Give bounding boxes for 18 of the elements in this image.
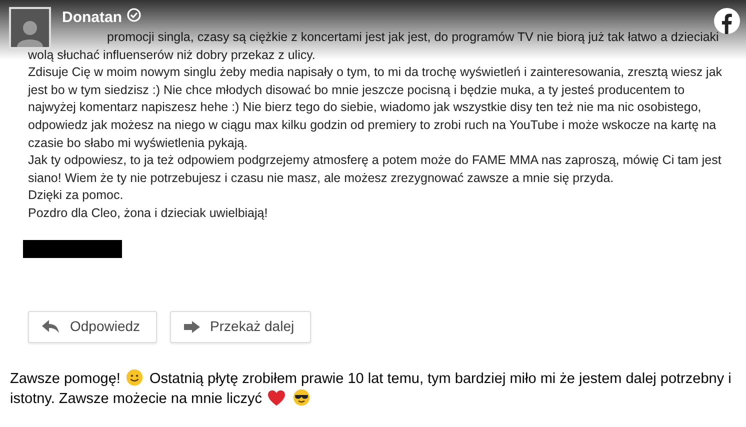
email-paragraph: Zdisuje Cię w moim nowym singlu żeby media napisały o tym, to mi da trochę wyświetleń i zainteresowania, zresztą wiesz jak jest bo w tym siedzisz :) Nie chce młodych disować bo mnie jeszcze pocisną i będzie muka, a ty jesteś producentem to najwyżej komentarz napiszesz hehe :) Nie bierz tego do siebie, wiadomo jak wszystkie disy ten też nie ma nic osobistego, odpowiedz jak możesz na niego w ciągu max kilku godzin od premiery to zrobi ruch na YouTube i może wskocze na kartę na czasie bo słabo mi wyświetlenia pykają.: [28, 64, 724, 152]
avatar[interactable]: [9, 7, 51, 49]
email-paragraph: promocji singla, czasy są ciężkie z koncertami jest jak jest, do programów TV nie biorą już tak łatwo a dzieciaki wolą słuchać influenserów niż dobry przekaz z ulicy.: [28, 29, 720, 64]
author-name[interactable]: Donatan: [62, 9, 122, 26]
email-paragraph: Jak ty odpowiesz, to ja też odpowiem podgrzejemy atmosferę a potem może do FAME MMA nas zaproszą, mówię Ci tam jest siano! Wiem że ty nie potrzebujesz i czasu nie masz, ale możesz zrezygnować zawsze a mnie się przyda.: [28, 152, 722, 187]
reply-button[interactable]: Odpowiedz: [28, 310, 158, 343]
caption-text: Ostatnią płytę zrobiłem prawie 10 lat temu, tym bardziej miło mi że jestem dalej potrzebny i: [149, 370, 732, 387]
email-paragraph: Dzięki za pomoc.: [28, 187, 124, 204]
sunglasses-face-icon: [293, 388, 310, 406]
caption-text: istotny. Zawsze możecie na mnie liczyć: [10, 390, 262, 407]
forward-arrow-icon: [184, 320, 200, 333]
reply-arrow-icon: [42, 320, 60, 334]
forward-button[interactable]: Przekaż dalej: [170, 310, 312, 343]
smiling-face-icon: [126, 368, 144, 386]
caption-text: Zawsze pomogę!: [10, 370, 120, 387]
heart-icon: [268, 390, 285, 406]
facebook-logo-icon[interactable]: [714, 8, 740, 34]
email-paragraph: Pozdro dla Cleo, żona i dzieciak uwielbiają!: [28, 204, 269, 222]
